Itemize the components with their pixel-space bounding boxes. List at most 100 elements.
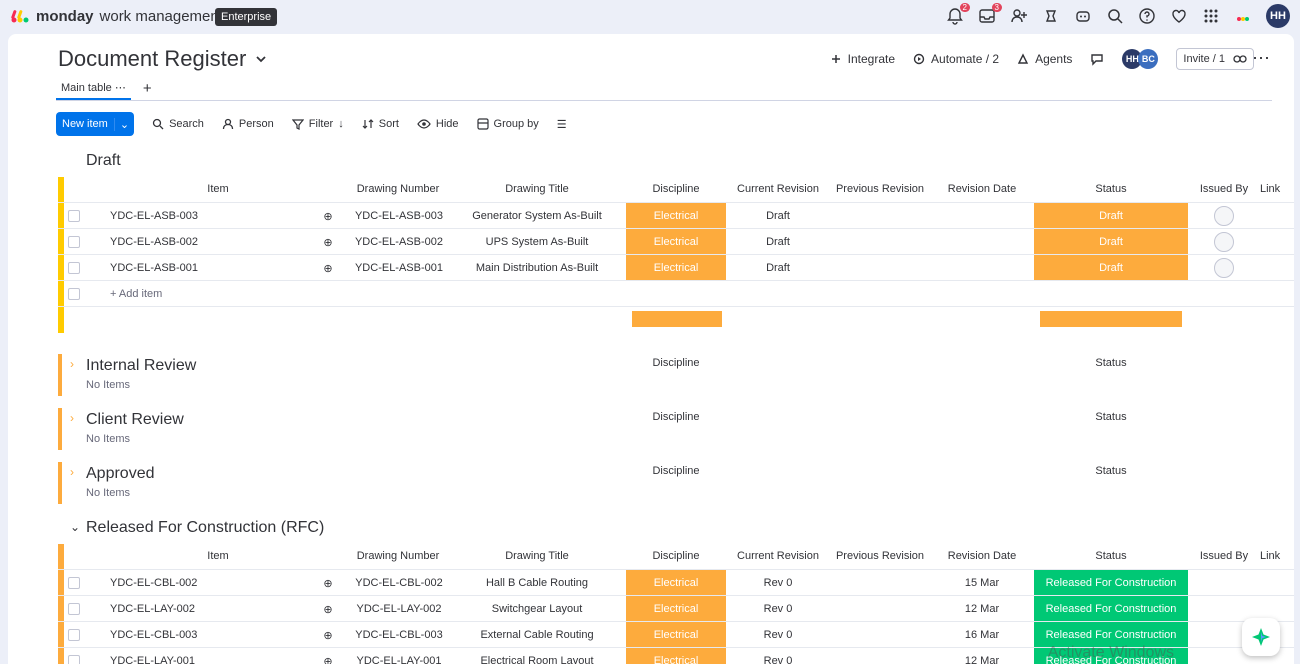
agents-button[interactable]: Agents xyxy=(1017,52,1072,66)
drawing-number[interactable]: YDC-EL-LAY-002 xyxy=(350,596,448,622)
link-icon[interactable] xyxy=(1233,53,1247,65)
table-row[interactable]: YDC-EL-CBL-002 ⊕ YDC-EL-CBL-002 Hall B C… xyxy=(58,569,1294,596)
add-update-icon[interactable]: ⊕ xyxy=(308,648,348,664)
status-label[interactable]: Draft xyxy=(1034,203,1188,229)
add-update-icon[interactable]: ⊕ xyxy=(308,229,348,255)
table-row[interactable]: YDC-EL-ASB-001 ⊕ YDC-EL-ASB-001 Main Dis… xyxy=(58,254,1294,281)
drawing-title[interactable]: Switchgear Layout xyxy=(450,596,624,622)
col-header-status[interactable]: Status xyxy=(1034,411,1188,423)
item-name[interactable]: YDC-EL-ASB-003 xyxy=(110,203,250,229)
discipline-label[interactable]: Electrical xyxy=(626,203,726,229)
row-checkbox[interactable] xyxy=(68,288,80,300)
notifications-bell-icon[interactable]: 2 xyxy=(946,3,970,25)
person-filter-button[interactable]: Person xyxy=(222,118,274,130)
row-checkbox[interactable] xyxy=(68,603,80,615)
col-header-item[interactable]: Item xyxy=(148,550,288,562)
revision-date[interactable]: 12 Mar xyxy=(932,648,1032,664)
integrate-button[interactable]: Integrate xyxy=(830,52,895,66)
col-header-status[interactable]: Status xyxy=(1034,357,1188,369)
add-update-icon[interactable]: ⊕ xyxy=(308,622,348,648)
col-header-discipline[interactable]: Discipline xyxy=(626,357,726,369)
issued-by[interactable] xyxy=(1190,203,1258,229)
col-header-revision-date[interactable]: Revision Date xyxy=(932,550,1032,562)
current-revision[interactable]: Draft xyxy=(728,203,828,229)
expand-group-icon[interactable]: › xyxy=(70,411,74,425)
table-row[interactable]: YDC-EL-ASB-002 ⊕ YDC-EL-ASB-002 UPS Syst… xyxy=(58,228,1294,255)
invite-members-icon[interactable] xyxy=(1010,7,1028,25)
add-item-input[interactable]: + Add item xyxy=(110,281,250,307)
status-label[interactable]: Draft xyxy=(1034,229,1188,255)
item-name[interactable]: YDC-EL-CBL-003 xyxy=(110,622,250,648)
table-row[interactable]: YDC-EL-ASB-003 ⊕ YDC-EL-ASB-003 Generato… xyxy=(58,202,1294,229)
group-title-rfc[interactable]: Released For Construction (RFC) xyxy=(86,519,324,537)
drawing-number[interactable]: YDC-EL-ASB-001 xyxy=(350,255,448,281)
col-header-issued-by[interactable]: Issued By xyxy=(1190,183,1258,195)
group-title-internal-review[interactable]: Internal Review xyxy=(86,357,196,375)
help-icon[interactable] xyxy=(1138,7,1156,25)
revision-date[interactable]: 16 Mar xyxy=(932,622,1032,648)
sort-button[interactable]: Sort xyxy=(362,118,399,130)
status-summary-bar[interactable] xyxy=(1040,311,1182,327)
revision-date[interactable]: 12 Mar xyxy=(932,596,1032,622)
col-header-drawing-title[interactable]: Drawing Title xyxy=(450,183,624,195)
current-revision[interactable]: Draft xyxy=(728,229,828,255)
hide-button[interactable]: Hide xyxy=(417,118,459,130)
discipline-label[interactable]: Electrical xyxy=(626,229,726,255)
status-label[interactable]: Released For Construction xyxy=(1034,570,1188,596)
status-label[interactable]: Released For Construction xyxy=(1034,596,1188,622)
automate-button[interactable]: Automate / 2 xyxy=(913,52,999,66)
col-header-status[interactable]: Status xyxy=(1034,183,1188,195)
add-update-icon[interactable]: ⊕ xyxy=(308,255,348,281)
col-header-drawing-number[interactable]: Drawing Number xyxy=(348,183,448,195)
drawing-number[interactable]: YDC-EL-CBL-002 xyxy=(350,570,448,596)
discipline-summary-bar[interactable] xyxy=(632,311,722,327)
discipline-label[interactable]: Electrical xyxy=(626,596,726,622)
col-header-discipline[interactable]: Discipline xyxy=(626,550,726,562)
inbox-icon[interactable]: 3 xyxy=(978,3,1002,25)
drawing-title[interactable]: Generator System As-Built xyxy=(450,203,624,229)
row-checkbox[interactable] xyxy=(68,629,80,641)
col-header-drawing-title[interactable]: Drawing Title xyxy=(450,550,624,562)
ai-assistant-icon[interactable] xyxy=(1074,7,1092,25)
ai-sidekick-button[interactable] xyxy=(1242,618,1280,656)
tab-options-icon[interactable]: ⋯ xyxy=(115,82,126,94)
row-checkbox[interactable] xyxy=(68,262,80,274)
col-header-drawing-number[interactable]: Drawing Number xyxy=(348,550,448,562)
add-item-row[interactable]: + Add item xyxy=(58,280,1294,306)
drawing-number[interactable]: YDC-EL-LAY-001 xyxy=(350,648,448,664)
app-logo[interactable]: monday work management xyxy=(10,6,223,26)
col-header-current-revision[interactable]: Current Revision xyxy=(728,183,828,195)
invite-button[interactable]: Invite / 1 xyxy=(1176,48,1254,70)
drawing-title[interactable]: Hall B Cable Routing xyxy=(450,570,624,596)
drawing-number[interactable]: YDC-EL-ASB-003 xyxy=(350,203,448,229)
drawing-title[interactable]: UPS System As-Built xyxy=(450,229,624,255)
table-row[interactable]: YDC-EL-LAY-002 ⊕ YDC-EL-LAY-002 Switchge… xyxy=(58,595,1294,622)
add-update-icon[interactable]: ⊕ xyxy=(308,570,348,596)
heart-icon[interactable] xyxy=(1170,7,1188,25)
issued-by[interactable] xyxy=(1190,229,1258,255)
board-members[interactable]: HH BC xyxy=(1122,49,1159,69)
more-options-icon[interactable]: ☰ xyxy=(557,118,567,131)
chevron-down-icon[interactable] xyxy=(254,52,268,66)
drawing-title[interactable]: Main Distribution As-Built xyxy=(450,255,624,281)
expand-group-icon[interactable]: › xyxy=(70,465,74,479)
add-update-icon[interactable]: ⊕ xyxy=(308,203,348,229)
add-view-icon[interactable]: + xyxy=(143,80,152,97)
discipline-label[interactable]: Electrical xyxy=(626,648,726,664)
expand-group-icon[interactable]: › xyxy=(70,357,74,371)
group-title-approved[interactable]: Approved xyxy=(86,465,155,483)
user-avatar[interactable]: HH xyxy=(1266,4,1290,28)
current-revision[interactable]: Rev 0 xyxy=(728,648,828,664)
item-name[interactable]: YDC-EL-ASB-001 xyxy=(110,255,250,281)
col-header-revision-date[interactable]: Revision Date xyxy=(932,183,1032,195)
drawing-number[interactable]: YDC-EL-CBL-003 xyxy=(350,622,448,648)
updates-chat-icon[interactable] xyxy=(1090,52,1104,66)
col-header-previous-revision[interactable]: Previous Revision xyxy=(830,183,930,195)
board-title[interactable]: Document Register xyxy=(58,46,268,72)
current-revision[interactable]: Rev 0 xyxy=(728,596,828,622)
drawing-title[interactable]: External Cable Routing xyxy=(450,622,624,648)
revision-date[interactable]: 15 Mar xyxy=(932,570,1032,596)
item-name[interactable]: YDC-EL-ASB-002 xyxy=(110,229,250,255)
new-item-button[interactable]: New item ⌄ xyxy=(56,112,135,136)
group-by-button[interactable]: Group by xyxy=(476,118,539,130)
